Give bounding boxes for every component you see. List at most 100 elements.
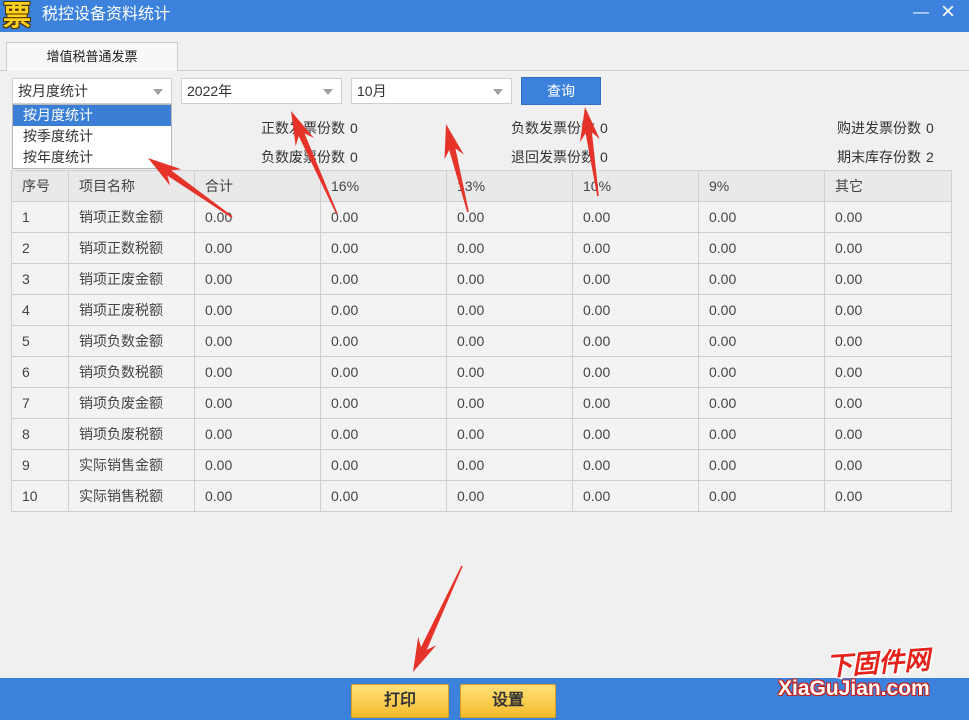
cell-seq: 1 [11,201,69,233]
stat-mode-select[interactable]: 按月度统计 [12,78,172,104]
table-header-row: 序号 项目名称 合计 16% 13% 10% 9% 其它 [11,170,952,202]
cell-rate-13: 0.00 [446,232,573,264]
table-row[interactable]: 7 销项负废金额 0.00 0.00 0.00 0.00 0.00 0.00 [11,387,952,419]
cell-other: 0.00 [824,232,952,264]
cell-item: 实际销售金额 [68,449,195,481]
cell-total: 0.00 [194,480,321,512]
cell-rate-9: 0.00 [698,387,825,419]
stat-label: 负数废票份数 [261,149,345,165]
table-row[interactable]: 8 销项负废税额 0.00 0.00 0.00 0.00 0.00 0.00 [11,418,952,450]
cell-seq: 8 [11,418,69,450]
col-header-total[interactable]: 合计 [194,170,321,202]
table-row[interactable]: 2 销项正数税额 0.00 0.00 0.00 0.00 0.00 0.00 [11,232,952,264]
cell-rate-9: 0.00 [698,418,825,450]
col-header-other[interactable]: 其它 [824,170,952,202]
cell-rate-10: 0.00 [572,449,699,481]
cell-rate-9: 0.00 [698,480,825,512]
cell-rate-13: 0.00 [446,387,573,419]
cell-item: 销项正数税额 [68,232,195,264]
cell-total: 0.00 [194,418,321,450]
cell-rate-13: 0.00 [446,449,573,481]
watermark-domain: XiaGuJian.com [778,677,930,700]
cell-rate-10: 0.00 [572,480,699,512]
col-header-rate-13[interactable]: 13% [446,170,573,202]
stat-label: 期末库存份数 [837,149,921,165]
cell-item: 销项负数金额 [68,325,195,357]
minimize-icon[interactable]: — [909,0,933,28]
cell-rate-10: 0.00 [572,232,699,264]
stat-label: 负数发票份数 [511,120,595,136]
cell-total: 0.00 [194,201,321,233]
cell-other: 0.00 [824,263,952,295]
cell-other: 0.00 [824,480,952,512]
cell-total: 0.00 [194,232,321,264]
cell-total: 0.00 [194,449,321,481]
cell-rate-16: 0.00 [320,418,447,450]
stat-ending-stock: 期末库存份数 2 [837,147,934,167]
cell-rate-16: 0.00 [320,325,447,357]
table-row[interactable]: 1 销项正数金额 0.00 0.00 0.00 0.00 0.00 0.00 [11,201,952,233]
dropdown-option-yearly[interactable]: 按年度统计 [13,147,171,168]
cell-rate-10: 0.00 [572,356,699,388]
table-row[interactable]: 5 销项负数金额 0.00 0.00 0.00 0.00 0.00 0.00 [11,325,952,357]
table-row[interactable]: 6 销项负数税额 0.00 0.00 0.00 0.00 0.00 0.00 [11,356,952,388]
cell-seq: 3 [11,263,69,295]
dropdown-option-quarterly[interactable]: 按季度统计 [13,126,171,147]
month-select[interactable]: 10月 [351,78,512,104]
stat-mode-value: 按月度统计 [18,83,88,99]
cell-rate-9: 0.00 [698,449,825,481]
cell-rate-9: 0.00 [698,325,825,357]
year-select[interactable]: 2022年 [181,78,342,104]
col-header-rate-9[interactable]: 9% [698,170,825,202]
chevron-down-icon [493,89,503,95]
cell-other: 0.00 [824,418,952,450]
cell-rate-13: 0.00 [446,418,573,450]
stat-value: 2 [926,149,934,165]
month-value: 10月 [357,83,387,99]
cell-item: 销项负废金额 [68,387,195,419]
cell-total: 0.00 [194,263,321,295]
cell-rate-13: 0.00 [446,201,573,233]
cell-seq: 10 [11,480,69,512]
stat-positive-invoices: 正数发票份数 0 [261,118,358,138]
cell-rate-9: 0.00 [698,201,825,233]
col-header-rate-16[interactable]: 16% [320,170,447,202]
cell-seq: 6 [11,356,69,388]
cell-item: 销项负数税额 [68,356,195,388]
col-header-rate-10[interactable]: 10% [572,170,699,202]
cell-other: 0.00 [824,294,952,326]
cell-rate-13: 0.00 [446,480,573,512]
stat-value: 0 [600,120,608,136]
print-button[interactable]: 打印 [351,684,449,718]
cell-rate-13: 0.00 [446,294,573,326]
cell-rate-10: 0.00 [572,201,699,233]
table-row[interactable]: 4 销项正废税额 0.00 0.00 0.00 0.00 0.00 0.00 [11,294,952,326]
table-row[interactable]: 9 实际销售金额 0.00 0.00 0.00 0.00 0.00 0.00 [11,449,952,481]
window-title: 税控设备资料统计 [42,6,171,23]
cell-rate-10: 0.00 [572,263,699,295]
stat-negative-invoices: 负数发票份数 0 [511,118,608,138]
cell-rate-16: 0.00 [320,356,447,388]
settings-button[interactable]: 设置 [460,684,556,718]
cell-item: 销项正废金额 [68,263,195,295]
app-icon: 票 [2,0,31,32]
close-icon[interactable]: × [936,0,960,28]
dropdown-option-monthly[interactable]: 按月度统计 [13,105,171,126]
cell-rate-16: 0.00 [320,232,447,264]
cell-rate-13: 0.00 [446,263,573,295]
table-row[interactable]: 10 实际销售税额 0.00 0.00 0.00 0.00 0.00 0.00 [11,480,952,512]
cell-rate-10: 0.00 [572,418,699,450]
cell-rate-9: 0.00 [698,356,825,388]
cell-seq: 7 [11,387,69,419]
col-header-seq[interactable]: 序号 [11,170,69,202]
table-row[interactable]: 3 销项正废金额 0.00 0.00 0.00 0.00 0.00 0.00 [11,263,952,295]
col-header-item[interactable]: 项目名称 [68,170,195,202]
query-button[interactable]: 查询 [521,77,601,105]
cell-rate-16: 0.00 [320,294,447,326]
cell-rate-9: 0.00 [698,294,825,326]
cell-total: 0.00 [194,294,321,326]
cell-rate-16: 0.00 [320,449,447,481]
cell-other: 0.00 [824,356,952,388]
tab-vat-ordinary-invoice[interactable]: 增值税普通发票 [6,42,178,71]
cell-rate-16: 0.00 [320,387,447,419]
